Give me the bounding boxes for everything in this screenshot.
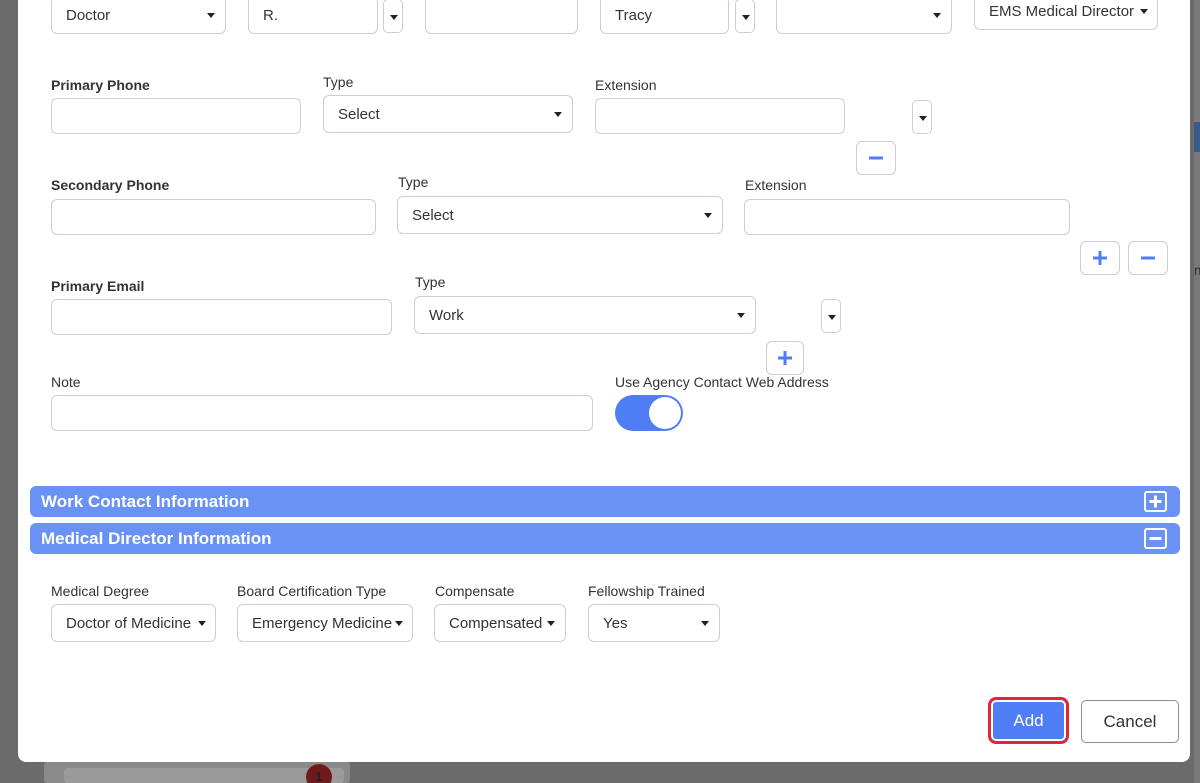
prefix-select[interactable]: Doctor xyxy=(51,0,226,34)
backdrop-edge xyxy=(1194,0,1200,783)
primary-extension-label: Extension xyxy=(595,77,657,93)
plus-icon xyxy=(778,351,792,365)
work-contact-section-header[interactable]: Work Contact Information xyxy=(30,486,1180,517)
caret-down-icon xyxy=(704,213,712,218)
middle-initial-value: R. xyxy=(263,6,278,24)
medical-director-section-header[interactable]: Medical Director Information xyxy=(30,523,1180,554)
role-value: EMS Medical Director xyxy=(989,2,1135,20)
cancel-button[interactable]: Cancel xyxy=(1081,700,1179,743)
medical-degree-value: Doctor of Medicine xyxy=(66,614,192,632)
primary-phone-options-button[interactable] xyxy=(912,100,932,134)
board-certification-label: Board Certification Type xyxy=(237,583,387,599)
primary-phone-type-value: Select xyxy=(338,105,380,123)
agency-web-label: Use Agency Contact Web Address xyxy=(615,374,829,390)
add-email-button[interactable] xyxy=(766,341,804,375)
primary-email-options-button[interactable] xyxy=(821,299,841,333)
caret-down-icon xyxy=(547,621,555,626)
board-certification-value: Emergency Medicine xyxy=(252,614,393,632)
secondary-extension-input[interactable] xyxy=(744,199,1070,235)
work-contact-section-title: Work Contact Information xyxy=(41,491,250,511)
last-name-input[interactable]: Tracy xyxy=(600,0,729,34)
secondary-extension-label: Extension xyxy=(745,177,807,193)
last-name-dropdown-button[interactable] xyxy=(735,0,755,33)
toggle-knob xyxy=(649,397,681,429)
add-button[interactable]: Add xyxy=(988,697,1069,744)
minus-icon xyxy=(1149,537,1162,540)
backdrop-edge-text: m xyxy=(1194,262,1200,278)
plus-icon xyxy=(1093,251,1107,265)
medical-director-section-title: Medical Director Information xyxy=(41,528,272,548)
minus-icon xyxy=(869,156,883,160)
medical-degree-select[interactable]: Doctor of Medicine xyxy=(51,604,216,642)
backdrop-blue-strip xyxy=(1194,122,1200,152)
middle-initial-dropdown-button[interactable] xyxy=(383,0,403,33)
middle-initial-input[interactable]: R. xyxy=(248,0,378,34)
collapse-minus-icon[interactable] xyxy=(1144,528,1167,549)
backdrop-panel-inner xyxy=(64,768,344,783)
secondary-phone-type-select[interactable]: Select xyxy=(397,196,723,234)
note-input[interactable] xyxy=(51,395,593,431)
agency-web-toggle[interactable] xyxy=(615,395,683,431)
caret-down-icon xyxy=(395,621,403,626)
primary-phone-label: Primary Phone xyxy=(51,77,150,93)
secondary-phone-label: Secondary Phone xyxy=(51,177,170,193)
primary-phone-input[interactable] xyxy=(51,98,301,134)
secondary-phone-type-value: Select xyxy=(412,206,454,224)
primary-email-type-select[interactable]: Work xyxy=(414,296,756,334)
plus-icon xyxy=(1149,495,1162,508)
primary-email-input[interactable] xyxy=(51,299,392,335)
role-select[interactable]: EMS Medical Director xyxy=(974,0,1158,30)
primary-email-label: Primary Email xyxy=(51,278,145,294)
secondary-phone-input[interactable] xyxy=(51,199,376,235)
caret-down-icon xyxy=(933,13,941,18)
primary-email-type-value: Work xyxy=(429,306,464,324)
primary-email-type-label: Type xyxy=(415,274,446,290)
add-phone-button[interactable] xyxy=(1080,241,1120,275)
caret-down-icon xyxy=(207,13,215,18)
notification-badge: 1 xyxy=(306,764,332,783)
remove-secondary-phone-button[interactable] xyxy=(1128,241,1168,275)
primary-extension-input[interactable] xyxy=(595,98,845,134)
fellowship-trained-select[interactable]: Yes xyxy=(588,604,720,642)
expand-plus-icon[interactable] xyxy=(1144,491,1167,512)
medical-degree-label: Medical Degree xyxy=(51,583,150,599)
note-label: Note xyxy=(51,374,81,390)
primary-phone-type-label: Type xyxy=(323,74,354,90)
primary-phone-type-select[interactable]: Select xyxy=(323,95,573,133)
compensate-value: Compensated xyxy=(449,614,543,632)
caret-down-icon xyxy=(554,112,562,117)
suffix-select[interactable] xyxy=(776,0,952,34)
secondary-phone-type-label: Type xyxy=(398,174,429,190)
last-name-value: Tracy xyxy=(615,6,652,24)
compensate-label: Compensate xyxy=(435,583,515,599)
remove-primary-phone-button[interactable] xyxy=(856,141,896,175)
minus-icon xyxy=(1141,256,1155,260)
fellowship-trained-label: Fellowship Trained xyxy=(588,583,705,599)
compensate-select[interactable]: Compensated xyxy=(434,604,566,642)
caret-down-icon xyxy=(198,621,206,626)
board-certification-select[interactable]: Emergency Medicine xyxy=(237,604,413,642)
prefix-value: Doctor xyxy=(66,6,111,24)
caret-down-icon xyxy=(737,313,745,318)
add-contact-modal: Doctor R. Tracy EMS Medical Director Pri… xyxy=(18,0,1190,762)
first-name-input[interactable] xyxy=(425,0,578,34)
caret-down-icon xyxy=(1140,9,1148,14)
caret-down-icon xyxy=(701,621,709,626)
fellowship-trained-value: Yes xyxy=(603,614,628,632)
